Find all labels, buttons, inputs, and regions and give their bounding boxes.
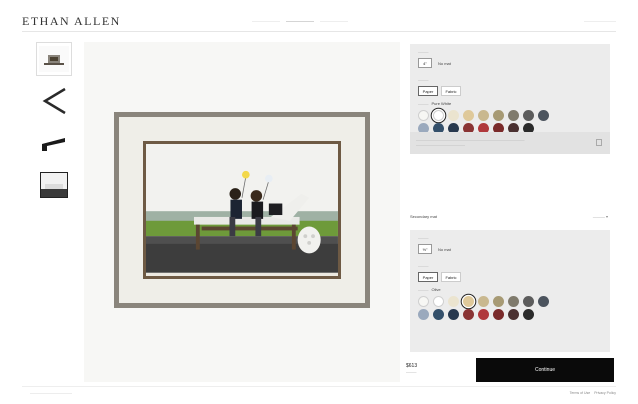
customize-panel: ——— 4" No mat ——— Paper Fabric ——— Pure … — [400, 36, 616, 384]
color-swatch[interactable] — [433, 110, 444, 121]
color-swatch[interactable] — [508, 309, 519, 320]
mat2-color-swatches — [418, 296, 550, 322]
mat-width-row: 4" No mat — [418, 58, 451, 68]
color-swatch[interactable] — [478, 110, 489, 121]
color-swatch[interactable] — [478, 309, 489, 320]
step-1[interactable]: ——————— — [252, 18, 280, 23]
color-swatch[interactable] — [538, 110, 549, 121]
mat-type-fabric[interactable]: Fabric — [441, 86, 461, 96]
thumb-full-view[interactable] — [36, 168, 72, 202]
terms-link[interactable]: Terms of Use — [570, 391, 591, 395]
mat-color-label: ——— — [418, 101, 429, 106]
mat-color-row: ——— Pure White — [418, 101, 451, 106]
color-swatch[interactable] — [478, 296, 489, 307]
brand-logo[interactable]: ETHAN ALLEN — [22, 14, 121, 29]
thumb-frame-angle[interactable] — [36, 84, 72, 118]
footer-copyright: ———————————— — [30, 391, 72, 395]
color-swatch[interactable] — [538, 296, 549, 307]
frame-preview — [84, 42, 400, 382]
primary-mat-options: ——— 4" No mat ——— Paper Fabric ——— Pure … — [410, 44, 610, 154]
color-swatch[interactable] — [493, 309, 504, 320]
secondary-mat-label: Secondary mat — [410, 214, 437, 219]
mat2-type-row: Paper Fabric — [418, 272, 461, 282]
mat-type-paper[interactable]: Paper — [418, 86, 438, 96]
color-swatch[interactable] — [433, 309, 444, 320]
color-swatch[interactable] — [448, 309, 459, 320]
header: ETHAN ALLEN ——————— ——————— ——————— ————… — [22, 10, 616, 32]
mat-width-selected[interactable]: 4" — [418, 58, 432, 68]
color-swatch[interactable] — [523, 296, 534, 307]
thumb-frame-profile[interactable] — [36, 126, 72, 160]
thumb-room-view[interactable] — [36, 42, 72, 76]
mat-note: ——————————————————————————————— —————————… — [410, 132, 610, 154]
secondary-mat-toggle[interactable]: ——— ▾ — [593, 214, 608, 219]
mat2-type-label: ——— — [418, 264, 429, 268]
color-swatch[interactable] — [493, 296, 504, 307]
price-subtitle: ——— — [406, 370, 417, 374]
framed-artwork — [114, 112, 370, 308]
mat2-width-row: ½" No mat — [418, 244, 451, 254]
mat2-width-selected[interactable]: ½" — [418, 244, 432, 254]
privacy-link[interactable]: Privacy Policy — [594, 391, 616, 395]
mat2-type-paper[interactable]: Paper — [418, 272, 438, 282]
color-swatch[interactable] — [433, 296, 444, 307]
step-2-active[interactable]: ——————— — [286, 18, 314, 23]
photo-thumbnail-icon — [40, 172, 68, 198]
mat2-no-mat-option[interactable]: No mat — [438, 247, 451, 252]
mat-type-row: Paper Fabric — [418, 86, 461, 96]
primary-mat — [143, 141, 341, 279]
color-swatch[interactable] — [493, 110, 504, 121]
secondary-mat — [119, 117, 365, 303]
color-swatch[interactable] — [523, 309, 534, 320]
color-swatch[interactable] — [418, 309, 429, 320]
mat2-color-value: Olive — [431, 287, 441, 292]
color-swatch[interactable] — [508, 296, 519, 307]
price-bar: $613 ——— Continue — [400, 354, 616, 384]
color-swatch[interactable] — [508, 110, 519, 121]
document-icon[interactable] — [596, 139, 602, 146]
continue-button[interactable]: Continue — [476, 358, 614, 382]
color-swatch[interactable] — [418, 110, 429, 121]
color-swatch[interactable] — [523, 110, 534, 121]
color-swatch[interactable] — [418, 296, 429, 307]
header-link[interactable]: ———————— — [584, 18, 616, 23]
no-mat-option[interactable]: No mat — [438, 61, 451, 66]
step-3[interactable]: ——————— — [320, 18, 348, 23]
mat2-color-row: ——— Olive — [418, 287, 441, 292]
artwork-photo — [146, 144, 338, 273]
mat-width-label: ——— — [418, 50, 429, 54]
secondary-mat-options: ——— ½" No mat ——— Paper Fabric ——— Olive — [410, 230, 610, 352]
price-total: $613 — [406, 363, 418, 369]
color-swatch[interactable] — [448, 110, 459, 121]
chevron-down-icon: ▾ — [605, 214, 608, 219]
frame-profile-icon — [42, 138, 65, 151]
mat2-type-fabric[interactable]: Fabric — [441, 272, 461, 282]
mat-note-text: ——————————————————————————————— —————————… — [416, 138, 525, 147]
footer: ———————————— Terms of Use Privacy Policy — [22, 386, 616, 396]
page: ETHAN ALLEN ——————— ——————— ——————— ————… — [0, 0, 638, 404]
mat-type-label: ——— — [418, 78, 429, 82]
color-swatch[interactable] — [463, 309, 474, 320]
color-swatch[interactable] — [448, 296, 459, 307]
room-thumbnail-icon — [39, 46, 69, 72]
frame-corner-icon — [42, 87, 66, 115]
mat2-width-label: ——— — [418, 236, 429, 240]
step-navigation: ——————— ——————— ——————— — [252, 18, 348, 23]
mat-color-value: Pure White — [431, 101, 452, 106]
color-swatch[interactable] — [463, 110, 474, 121]
mat2-color-label: ——— — [418, 287, 429, 292]
footer-links: Terms of Use Privacy Policy — [570, 391, 616, 395]
color-swatch[interactable] — [463, 296, 474, 307]
